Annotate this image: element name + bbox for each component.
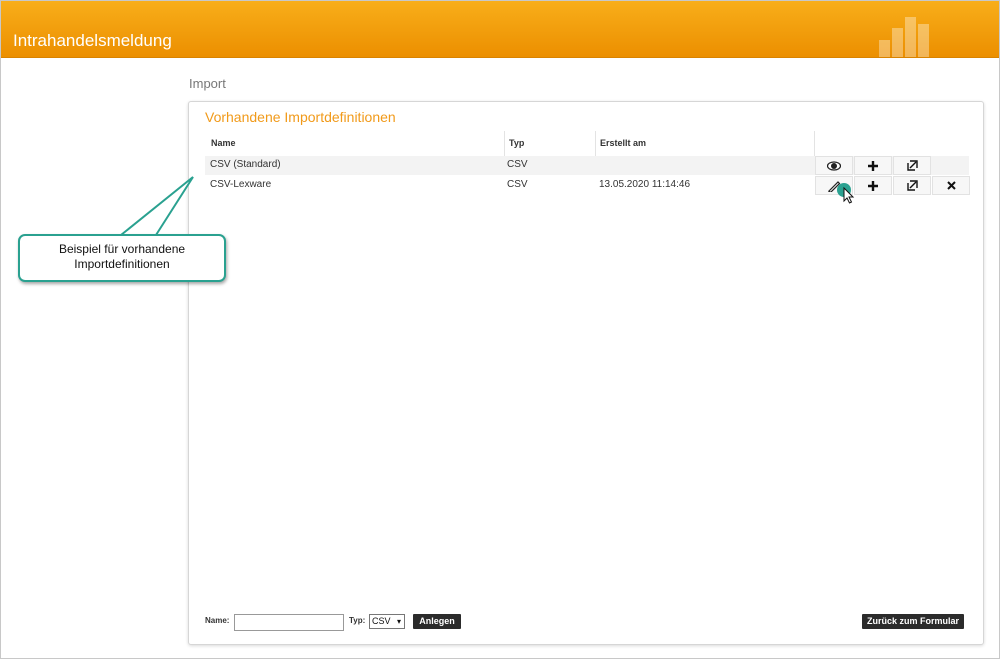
plus-icon xyxy=(868,180,878,191)
chevron-down-icon: ▾ xyxy=(396,617,401,626)
row-erstellt: 13.05.2020 11:14:46 xyxy=(599,179,691,190)
export-button[interactable] xyxy=(893,176,931,195)
name-input[interactable] xyxy=(234,614,344,631)
export-icon xyxy=(906,180,918,191)
row-name: CSV-Lexware xyxy=(210,179,272,190)
column-divider xyxy=(814,131,815,157)
app-header: Intrahandelsmeldung xyxy=(1,1,999,58)
name-label: Name: xyxy=(205,616,230,625)
create-button[interactable]: Anlegen xyxy=(413,614,461,629)
column-divider xyxy=(504,131,505,157)
add-button[interactable] xyxy=(854,156,892,175)
close-icon xyxy=(946,181,956,190)
row-typ: CSV xyxy=(507,179,528,190)
callout-text: Beispiel für vorhandene Importdefinition… xyxy=(58,242,186,271)
add-button[interactable] xyxy=(854,176,892,195)
delete-button[interactable] xyxy=(932,176,970,195)
row-name: CSV (Standard) xyxy=(210,159,281,170)
breadcrumb: Import xyxy=(189,76,226,91)
panel-title: Vorhandene Importdefinitionen xyxy=(205,109,396,125)
callout-annotation: Beispiel für vorhandene Importdefinition… xyxy=(18,234,226,282)
back-to-form-button[interactable]: Zurück zum Formular xyxy=(862,614,964,629)
export-button[interactable] xyxy=(893,156,931,175)
app-title: Intrahandelsmeldung xyxy=(13,31,172,50)
import-definitions-panel: Vorhandene Importdefinitionen Name Typ E… xyxy=(188,101,984,645)
table-row[interactable]: CSV (Standard) CSV xyxy=(205,156,969,175)
column-header-erstellt: Erstellt am xyxy=(600,138,647,148)
plus-icon xyxy=(868,160,878,171)
callout-pointer xyxy=(120,176,194,236)
typ-select[interactable]: CSV ▾ xyxy=(369,614,405,629)
typ-selected-value: CSV xyxy=(372,616,391,626)
typ-label: Typ: xyxy=(349,616,366,625)
row-typ: CSV xyxy=(507,159,528,170)
app-window: Intrahandelsmeldung Import Vorhandene Im… xyxy=(0,0,1000,659)
logo-bars-icon xyxy=(879,6,929,57)
export-icon xyxy=(906,160,918,171)
column-header-typ: Typ xyxy=(509,138,525,148)
view-button[interactable] xyxy=(815,156,853,175)
mouse-cursor-icon xyxy=(837,183,855,204)
view-icon xyxy=(827,160,841,171)
column-divider xyxy=(595,131,596,157)
column-header-name: Name xyxy=(211,138,236,148)
